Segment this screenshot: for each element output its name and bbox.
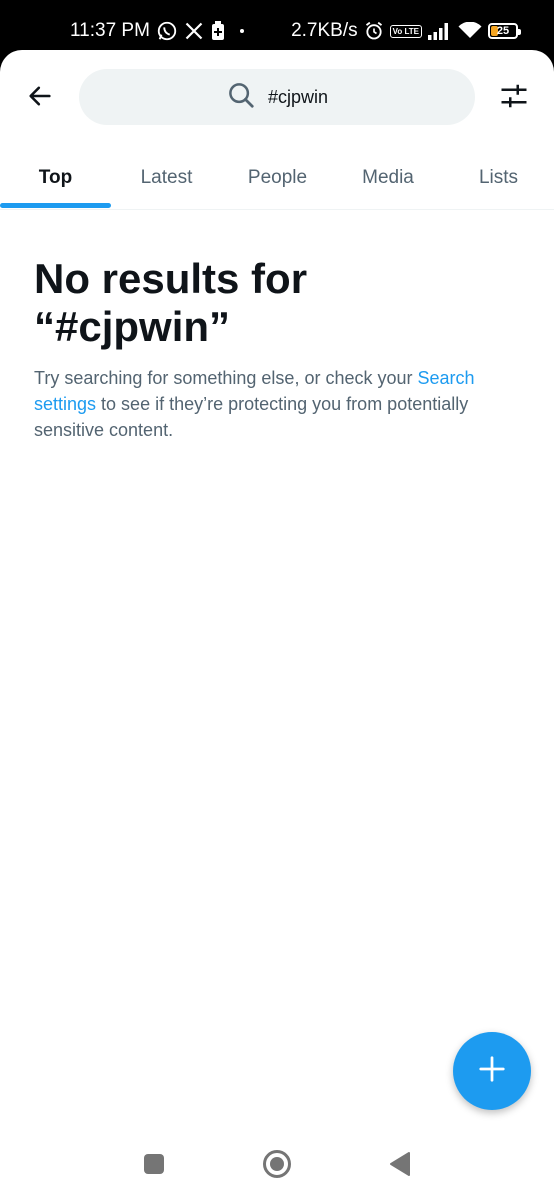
search-query: #cjpwin — [267, 86, 329, 107]
empty-text-before: Try searching for something else, or che… — [34, 368, 418, 388]
tab-media[interactable]: Media — [333, 147, 443, 209]
notification-dot — [239, 29, 244, 33]
search-header: #cjpwin — [0, 50, 554, 145]
active-tab-indicator — [0, 203, 111, 208]
empty-state-description: Try searching for something else, or che… — [34, 365, 520, 443]
wifi-icon — [458, 22, 482, 40]
link-part-1: Search — [417, 368, 475, 388]
signal-icon — [428, 22, 452, 40]
home-button[interactable] — [261, 1149, 293, 1184]
sliders-icon — [499, 81, 529, 116]
network-speed: 2.7KB/s — [291, 20, 358, 41]
tab-lists[interactable]: Lists — [443, 147, 554, 209]
back-button[interactable] — [20, 78, 60, 118]
battery-saver-icon — [210, 21, 226, 41]
arrow-left-icon — [26, 82, 54, 115]
empty-state-title: No results for “#cjpwin” — [34, 255, 520, 351]
tab-label: Lists — [478, 167, 519, 188]
plus-icon — [477, 1054, 507, 1089]
tab-label: Media — [362, 167, 414, 188]
battery-level: 25 — [496, 25, 510, 37]
empty-title-line2: “#cjpwin” — [34, 303, 231, 350]
nav-back-button[interactable] — [384, 1150, 416, 1182]
empty-state: No results for “#cjpwin” Try searching f… — [34, 255, 520, 443]
search-input[interactable]: #cjpwin — [79, 69, 475, 125]
status-bar-left: 11:37 PM — [70, 19, 244, 43]
recents-button[interactable] — [138, 1150, 170, 1182]
app-surface: #cjpwin Top Latest People Media Lists No… — [0, 50, 554, 1200]
search-tabs: Top Latest People Media Lists — [0, 147, 554, 210]
empty-title-line1: No results for — [34, 255, 308, 302]
tab-label: Top — [38, 167, 73, 188]
search-filter-button[interactable] — [494, 78, 534, 118]
back-triangle-icon — [388, 1151, 412, 1182]
status-bar-right: 2.7KB/s Vo LTE 25 — [291, 19, 521, 43]
whatsapp-icon — [156, 20, 178, 42]
compose-button[interactable] — [453, 1032, 531, 1110]
system-nav-bar — [0, 1130, 554, 1200]
tab-top[interactable]: Top — [0, 147, 111, 209]
tab-label: People — [247, 167, 308, 188]
search-icon — [226, 80, 256, 115]
status-time: 11:37 PM — [70, 20, 150, 41]
link-part-2: settings — [34, 394, 97, 414]
home-circle-icon — [262, 1149, 292, 1184]
empty-text-after: to see if they’re protecting you from po… — [34, 394, 469, 440]
tab-people[interactable]: People — [222, 147, 333, 209]
battery-icon: 25 — [488, 23, 521, 39]
alarm-icon — [364, 21, 384, 41]
volte-badge: Vo LTE — [389, 24, 422, 38]
x-icon — [184, 21, 204, 41]
tab-label: Latest — [140, 167, 193, 188]
tab-latest[interactable]: Latest — [111, 147, 222, 209]
recents-square-icon — [143, 1153, 165, 1180]
